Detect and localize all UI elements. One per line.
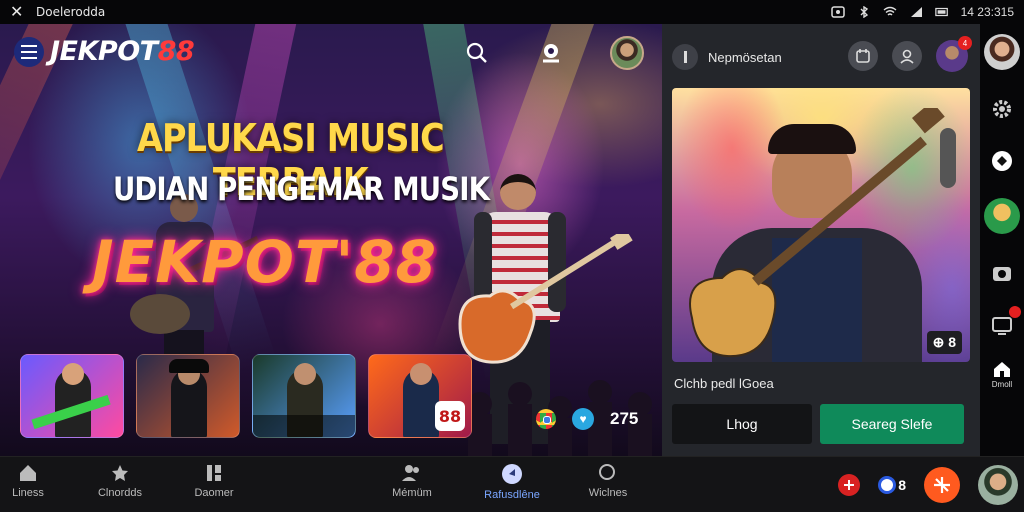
user-icon[interactable] bbox=[892, 41, 922, 71]
nav-item-members[interactable]: Mémüm bbox=[370, 463, 454, 499]
hero-banner[interactable]: JEKPOT88 APLUKASI MUSIC TERBAIK UDIAN PE… bbox=[0, 24, 662, 456]
secondary-button[interactable]: Lhog bbox=[672, 404, 812, 444]
rail-home-label: Dmoll bbox=[991, 380, 1013, 389]
panel-avatar[interactable]: 4 bbox=[936, 36, 972, 72]
search-icon[interactable] bbox=[462, 38, 492, 68]
heart-icon[interactable]: ♥ bbox=[572, 408, 594, 430]
search-icon bbox=[599, 464, 615, 480]
brand-logo[interactable]: JEKPOT88 bbox=[50, 36, 195, 67]
detail-panel: Nepmösetan 4 ⊕ 8 Clchb pedl lGoea Lhog S… bbox=[662, 24, 980, 456]
header-brand: JEKPOT88 bbox=[14, 36, 195, 67]
record-icon[interactable] bbox=[838, 474, 861, 496]
chrome-icon[interactable] bbox=[536, 409, 556, 429]
nav-item-favorites[interactable]: Clnordds bbox=[78, 463, 162, 499]
bottom-navigation: Liness Clnordds Daomer Mémüm Rafusdlêne … bbox=[0, 456, 1024, 512]
cast-button[interactable]: 8 bbox=[878, 476, 906, 494]
star-icon bbox=[112, 465, 128, 481]
tv-notification-dot bbox=[1009, 306, 1021, 318]
app-root: ✕ Doelerodda 14 23:315 JEKPOT88 APLUKASI… bbox=[0, 0, 1024, 512]
gear-icon[interactable] bbox=[989, 96, 1015, 122]
home-icon bbox=[20, 465, 36, 481]
thumbnail-card[interactable] bbox=[252, 354, 356, 438]
wifi-icon bbox=[883, 6, 897, 16]
featured-image[interactable]: ⊕ 8 bbox=[672, 88, 970, 362]
thumbnail-strip: 88 bbox=[20, 354, 472, 438]
notification-badge: 4 bbox=[958, 36, 972, 50]
home-icon[interactable]: Dmoll bbox=[989, 360, 1015, 389]
panel-buttons: Lhog Seareg Slefe bbox=[672, 404, 964, 444]
thumbnail-card[interactable] bbox=[136, 354, 240, 438]
bluetooth-icon bbox=[860, 6, 868, 18]
nav-item-library[interactable]: Daomer bbox=[172, 463, 256, 499]
header-actions bbox=[462, 36, 644, 70]
thumbnail-badge: 88 bbox=[435, 401, 465, 431]
panel-caption: Clchb pedl lGoea bbox=[674, 376, 774, 391]
tv-icon[interactable] bbox=[989, 306, 1021, 338]
rail-avatar[interactable] bbox=[984, 34, 1020, 70]
panel-header-actions: 4 bbox=[848, 36, 972, 72]
hero-meta: ♥ 275 bbox=[536, 408, 638, 430]
play-icon bbox=[502, 464, 522, 484]
meta-count: 275 bbox=[610, 409, 639, 428]
rail-avatar-2[interactable] bbox=[984, 198, 1020, 234]
screenshot-icon bbox=[830, 6, 845, 18]
right-rail: Dmoll bbox=[980, 24, 1024, 456]
menu-icon[interactable] bbox=[14, 36, 44, 67]
primary-button[interactable]: Seareg Slefe bbox=[820, 404, 964, 444]
panel-menu-icon[interactable] bbox=[672, 44, 698, 70]
sparkle-icon bbox=[934, 477, 950, 493]
rating-badge: ⊕ 8 bbox=[926, 331, 962, 354]
people-icon bbox=[402, 465, 419, 481]
panel-title: Nepmösetan bbox=[708, 49, 782, 65]
battery-icon bbox=[934, 7, 948, 17]
camera-icon[interactable] bbox=[989, 260, 1015, 286]
nav-item-search[interactable]: Wiclnes bbox=[566, 463, 650, 499]
thumbnail-card[interactable]: 88 bbox=[368, 354, 472, 438]
bottom-actions: 8 bbox=[838, 457, 1024, 512]
status-time: 14 23:315 bbox=[960, 5, 1014, 19]
close-icon[interactable]: ✕ bbox=[10, 2, 30, 22]
status-bar: ✕ Doelerodda 14 23:315 bbox=[0, 0, 1024, 24]
signal-icon bbox=[910, 7, 922, 17]
refresh-icon[interactable] bbox=[989, 148, 1015, 174]
headline-brand: JEKPOT'88 bbox=[92, 228, 437, 296]
microphone bbox=[940, 128, 956, 188]
bass-guitar bbox=[689, 108, 945, 358]
profile-avatar[interactable] bbox=[610, 36, 644, 70]
headline-secondary: UDIAN PENGEMAR MUSIK bbox=[112, 170, 490, 208]
bottom-avatar[interactable] bbox=[978, 465, 1018, 505]
thumbnail-card[interactable] bbox=[20, 354, 124, 438]
panel-header: Nepmösetan bbox=[672, 44, 782, 70]
nav-item-playing[interactable]: Rafusdlêne bbox=[470, 463, 554, 501]
calendar-icon[interactable] bbox=[848, 41, 878, 71]
library-icon bbox=[207, 465, 221, 481]
fab-button[interactable] bbox=[924, 467, 960, 503]
nav-item-home[interactable]: Liness bbox=[0, 463, 70, 499]
status-right: 14 23:315 bbox=[830, 5, 1014, 19]
status-app-name: Doelerodda bbox=[36, 5, 106, 19]
chat-icon[interactable] bbox=[536, 38, 566, 68]
guitar-right bbox=[458, 234, 633, 364]
